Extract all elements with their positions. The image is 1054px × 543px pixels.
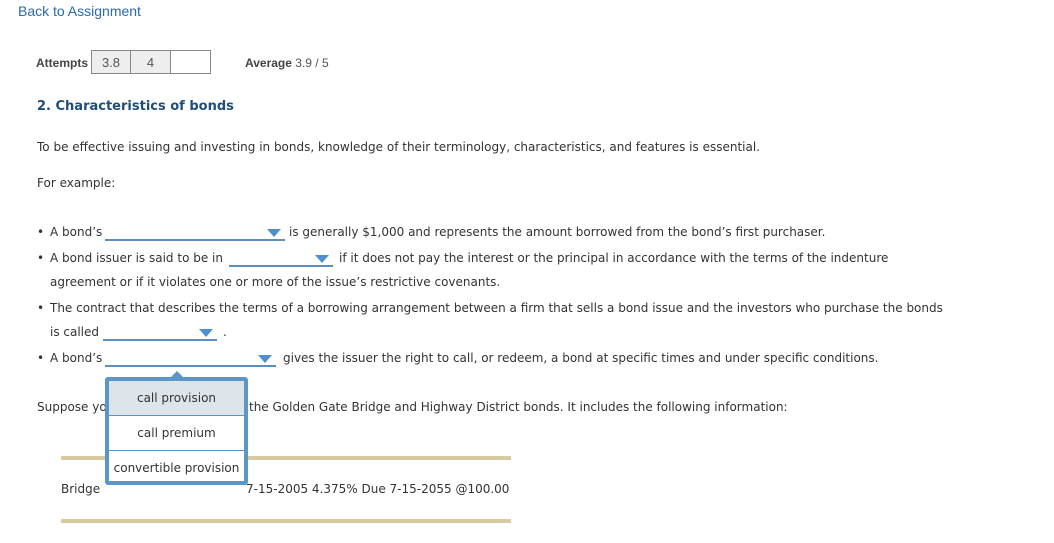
dropdown-options-popup: call provision call premium convertible …	[105, 377, 248, 485]
bullet-1-after: is generally $1,000 and represents the a…	[289, 225, 826, 239]
suppose-text-end: the Golden Gate Bridge and Highway Distr…	[249, 400, 788, 414]
option-call-premium[interactable]: call premium	[109, 416, 244, 451]
attempts-label: Attempts	[36, 56, 89, 70]
average-score: Average 3.9 / 5	[245, 56, 329, 70]
chevron-down-icon	[267, 229, 281, 237]
intro-text: To be effective issuing and investing in…	[37, 140, 760, 154]
average-label: Average	[245, 56, 292, 70]
bullet-2-after: if it does not pay the interest or the p…	[339, 251, 889, 265]
chevron-down-icon	[315, 255, 329, 263]
option-convertible-provision[interactable]: convertible provision	[109, 451, 244, 485]
bond-info-start: Bridge	[61, 482, 101, 496]
option-call-provision[interactable]: call provision	[109, 381, 244, 416]
suppose-text-start: Suppose yo	[37, 400, 107, 414]
bullet-3-line2-before: is called	[50, 325, 100, 339]
bullet-3-before: The contract that describes the terms of…	[37, 301, 943, 315]
back-to-assignment-link[interactable]: Back to Assignment	[18, 3, 141, 19]
chevron-down-icon	[199, 329, 213, 337]
attempt-1: 3.8	[91, 50, 131, 74]
bullet-1-before: A bond’s	[37, 225, 102, 239]
attempt-2: 4	[130, 50, 171, 74]
bullet-2-before: A bond issuer is said to be in	[37, 251, 223, 265]
face-value-dropdown[interactable]	[105, 225, 285, 241]
for-example-text: For example:	[37, 176, 116, 190]
default-dropdown[interactable]	[229, 251, 333, 267]
bullet-3-line2-after: .	[223, 325, 227, 339]
bullet-2-line2: agreement or if it violates one or more …	[50, 275, 501, 289]
bond-info-bottom-rule	[61, 519, 511, 523]
indenture-dropdown[interactable]	[103, 325, 217, 341]
average-value: 3.9 / 5	[295, 56, 329, 70]
call-provision-dropdown[interactable]	[105, 351, 276, 367]
attempt-3	[170, 50, 211, 74]
bullet-4-after: gives the issuer the right to call, or r…	[283, 351, 879, 365]
bond-info-end: 7-15-2005 4.375% Due 7-15-2055 @100.00	[246, 482, 510, 496]
question-title: 2. Characteristics of bonds	[37, 99, 234, 114]
chevron-down-icon	[258, 355, 272, 363]
bullet-4-before: A bond’s	[37, 351, 102, 365]
